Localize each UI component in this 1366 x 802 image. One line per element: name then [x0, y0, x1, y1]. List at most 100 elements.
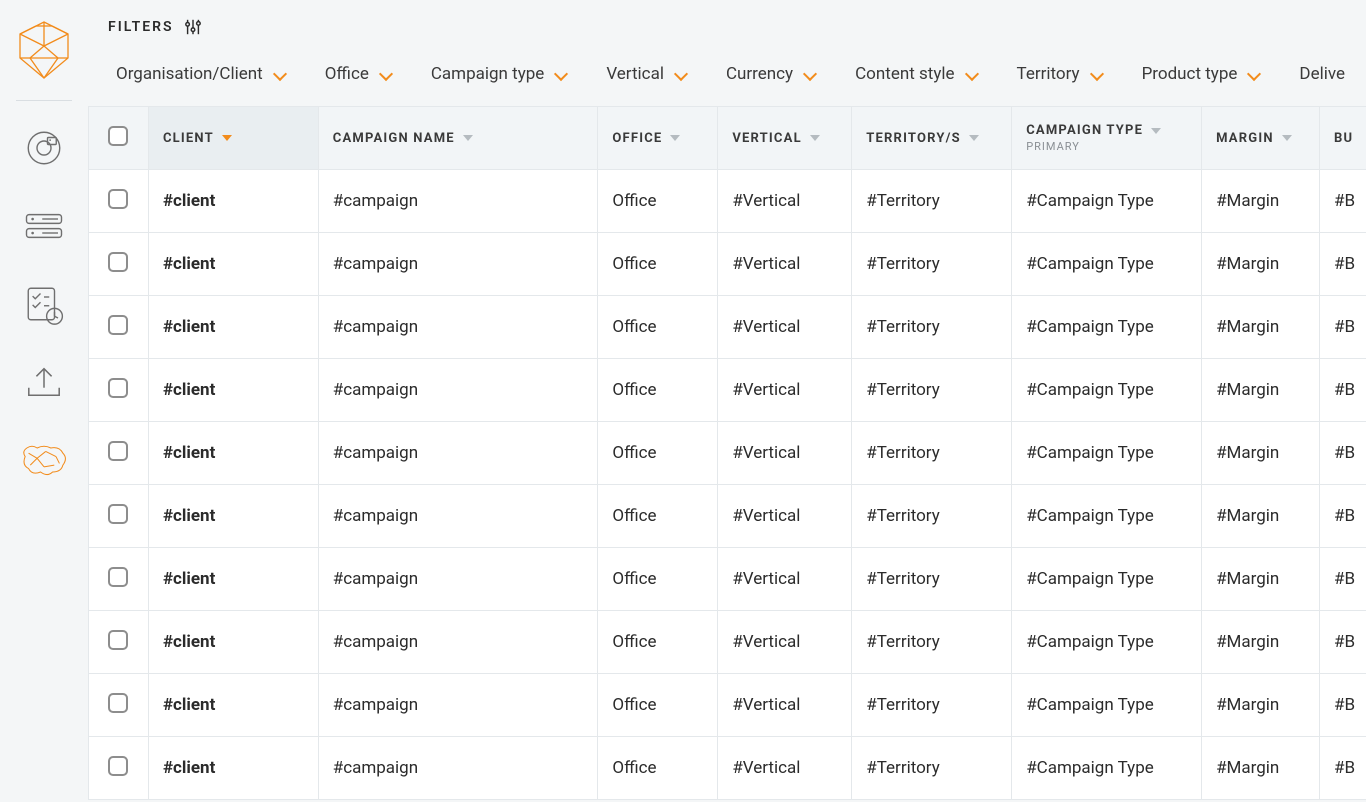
cell-territory: #Territory	[852, 296, 1012, 359]
cell-client: #client	[149, 485, 319, 548]
cell-vertical: #Vertical	[718, 422, 852, 485]
column-header-office[interactable]: OFFICE	[598, 106, 718, 170]
filter-content-style[interactable]: Content style	[855, 64, 976, 84]
column-header-margin[interactable]: MARGIN	[1202, 106, 1320, 170]
cell-territory: #Territory	[852, 611, 1012, 674]
cell-budget: #B	[1320, 233, 1366, 296]
filters-header[interactable]: FILTERS	[108, 18, 1346, 36]
nav-item-tasks[interactable]	[0, 267, 88, 345]
table-body: #client#campaignOffice#Vertical#Territor…	[89, 170, 1366, 800]
checkbox[interactable]	[108, 693, 128, 713]
table-row[interactable]: #client#campaignOffice#Vertical#Territor…	[89, 422, 1366, 485]
filter-product-type[interactable]: Product type	[1142, 64, 1260, 84]
cell-checkbox[interactable]	[89, 359, 149, 422]
sort-caret-icon	[969, 135, 979, 141]
cell-vertical: #Vertical	[718, 611, 852, 674]
filter-deliverable[interactable]: Deliverabl	[1299, 64, 1346, 84]
column-label: BU	[1334, 131, 1353, 146]
cell-margin: #Margin	[1202, 737, 1320, 800]
filter-vertical[interactable]: Vertical	[606, 64, 686, 84]
table-row[interactable]: #client#campaignOffice#Vertical#Territor…	[89, 485, 1366, 548]
cell-client: #client	[149, 170, 319, 233]
table-row[interactable]: #client#campaignOffice#Vertical#Territor…	[89, 359, 1366, 422]
checkbox[interactable]	[108, 441, 128, 461]
checkbox[interactable]	[108, 315, 128, 335]
filter-organisation-client[interactable]: Organisation/Client	[116, 64, 285, 84]
cell-office: Office	[598, 611, 718, 674]
table-row[interactable]: #client#campaignOffice#Vertical#Territor…	[89, 737, 1366, 800]
cell-campaign-type: #Campaign Type	[1012, 422, 1202, 485]
chevron-down-icon	[381, 69, 391, 79]
table-row[interactable]: #client#campaignOffice#Vertical#Territor…	[89, 611, 1366, 674]
upload-icon	[25, 364, 63, 404]
table-row[interactable]: #client#campaignOffice#Vertical#Territor…	[89, 296, 1366, 359]
checkbox[interactable]	[108, 378, 128, 398]
filter-chip-label: Campaign type	[431, 64, 544, 84]
checkbox[interactable]	[108, 252, 128, 272]
checkbox[interactable]	[108, 504, 128, 524]
nav-item-upload[interactable]	[0, 345, 88, 423]
cell-campaign-type: #Campaign Type	[1012, 674, 1202, 737]
chevron-down-icon	[556, 69, 566, 79]
filter-chip-label: Organisation/Client	[116, 64, 263, 84]
checkbox[interactable]	[108, 126, 128, 146]
filter-territory[interactable]: Territory	[1017, 64, 1102, 84]
nav-item-dashboard[interactable]	[0, 111, 88, 189]
column-label: MARGIN	[1216, 131, 1274, 146]
cell-campaign-type: #Campaign Type	[1012, 485, 1202, 548]
cell-client: #client	[149, 611, 319, 674]
cell-checkbox[interactable]	[89, 737, 149, 800]
cell-checkbox[interactable]	[89, 296, 149, 359]
campaigns-table: CLIENT CAMPAIGN NAME OFFICE	[88, 106, 1366, 800]
nav-item-ai[interactable]	[0, 423, 88, 501]
cell-checkbox[interactable]	[89, 485, 149, 548]
column-label: CLIENT	[163, 131, 214, 146]
gauge-icon	[23, 127, 65, 173]
chevron-down-icon	[967, 69, 977, 79]
nav-item-data[interactable]	[0, 189, 88, 267]
column-header-budget[interactable]: BU	[1320, 106, 1366, 170]
cell-margin: #Margin	[1202, 233, 1320, 296]
checkbox[interactable]	[108, 630, 128, 650]
cell-office: Office	[598, 233, 718, 296]
cell-vertical: #Vertical	[718, 170, 852, 233]
cell-campaign-name: #campaign	[319, 296, 599, 359]
cell-checkbox[interactable]	[89, 674, 149, 737]
filter-chip-label: Territory	[1017, 64, 1080, 84]
cell-campaign-name: #campaign	[319, 233, 599, 296]
cell-campaign-type: #Campaign Type	[1012, 548, 1202, 611]
cell-checkbox[interactable]	[89, 611, 149, 674]
cell-budget: #B	[1320, 485, 1366, 548]
table-row[interactable]: #client#campaignOffice#Vertical#Territor…	[89, 674, 1366, 737]
cell-campaign-name: #campaign	[319, 737, 599, 800]
cell-checkbox[interactable]	[89, 548, 149, 611]
filter-campaign-type[interactable]: Campaign type	[431, 64, 566, 84]
cell-checkbox[interactable]	[89, 233, 149, 296]
cell-margin: #Margin	[1202, 674, 1320, 737]
cell-territory: #Territory	[852, 485, 1012, 548]
cell-checkbox[interactable]	[89, 422, 149, 485]
column-header-campaign-type[interactable]: CAMPAIGN TYPE PRIMARY	[1012, 106, 1202, 170]
cell-territory: #Territory	[852, 548, 1012, 611]
cell-checkbox[interactable]	[89, 170, 149, 233]
table-row[interactable]: #client#campaignOffice#Vertical#Territor…	[89, 548, 1366, 611]
filter-currency[interactable]: Currency	[726, 64, 815, 84]
cell-territory: #Territory	[852, 359, 1012, 422]
checkbox[interactable]	[108, 567, 128, 587]
checkbox[interactable]	[108, 189, 128, 209]
column-header-territory[interactable]: TERRITORY/S	[852, 106, 1012, 170]
sidebar-divider	[16, 100, 72, 101]
column-header-select-all[interactable]	[89, 106, 149, 170]
checkbox[interactable]	[108, 756, 128, 776]
cell-margin: #Margin	[1202, 485, 1320, 548]
cell-office: Office	[598, 548, 718, 611]
cell-office: Office	[598, 422, 718, 485]
chevron-down-icon	[1092, 69, 1102, 79]
column-header-client[interactable]: CLIENT	[149, 106, 319, 170]
column-header-vertical[interactable]: VERTICAL	[718, 106, 852, 170]
column-header-campaign-name[interactable]: CAMPAIGN NAME	[319, 106, 599, 170]
filter-office[interactable]: Office	[325, 64, 391, 84]
table-row[interactable]: #client#campaignOffice#Vertical#Territor…	[89, 170, 1366, 233]
table-row[interactable]: #client#campaignOffice#Vertical#Territor…	[89, 233, 1366, 296]
column-label: CAMPAIGN TYPE	[1026, 123, 1143, 138]
